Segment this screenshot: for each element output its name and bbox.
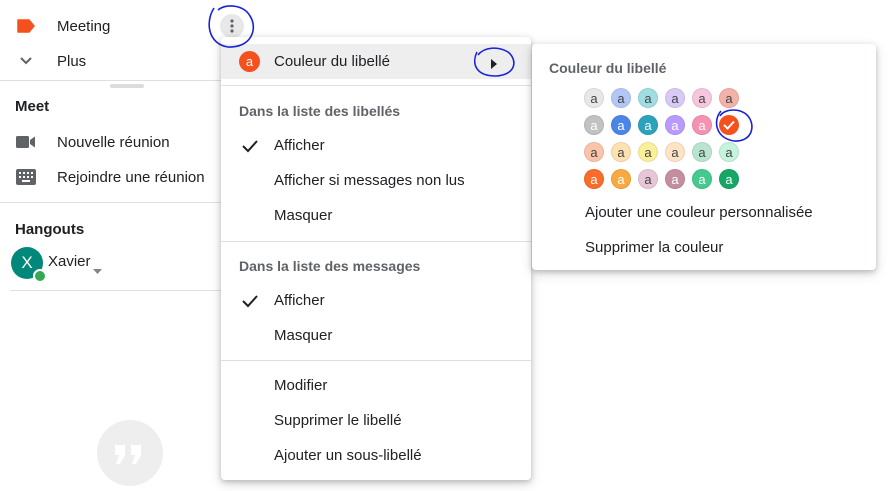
option-label: Ajouter un sous-libellé xyxy=(274,447,422,464)
option-label: Supprimer le libellé xyxy=(274,412,402,429)
add-sublabel-option[interactable]: Ajouter un sous-libellé xyxy=(221,438,531,473)
menu-separator xyxy=(221,360,531,361)
divider xyxy=(0,202,222,203)
message-list-header: Dans la liste des messages xyxy=(239,258,421,274)
online-status-dot xyxy=(33,269,47,283)
color-swatch[interactable]: a xyxy=(611,169,631,189)
color-submenu-title: Couleur du libellé xyxy=(549,60,667,76)
option-label: Afficher xyxy=(274,292,325,309)
color-swatch[interactable]: a xyxy=(611,115,631,135)
color-swatch[interactable]: a xyxy=(638,142,658,162)
color-swatch[interactable]: a xyxy=(638,88,658,108)
new-meeting-button[interactable]: Nouvelle réunion xyxy=(0,125,248,159)
color-swatch[interactable]: a xyxy=(665,142,685,162)
label-list-hide-option[interactable]: Masquer xyxy=(221,198,531,233)
resize-handle[interactable] xyxy=(110,84,144,88)
color-swatch[interactable]: a xyxy=(638,169,658,189)
add-custom-color-option[interactable]: Ajouter une couleur personnalisée xyxy=(585,204,813,221)
color-swatch[interactable]: a xyxy=(665,169,685,189)
join-meeting-label: Rejoindre une réunion xyxy=(57,168,205,186)
label-color-menu-item[interactable]: a Couleur du libellé xyxy=(221,44,531,79)
sidebar-item-plus[interactable]: Plus xyxy=(0,44,248,78)
menu-separator xyxy=(221,241,531,242)
color-swatch[interactable]: a xyxy=(584,169,604,189)
color-swatch[interactable]: a xyxy=(719,169,739,189)
color-swatch[interactable]: a xyxy=(638,115,658,135)
color-swatch[interactable]: a xyxy=(692,115,712,135)
label-list-header: Dans la liste des libellés xyxy=(239,103,401,119)
color-submenu: Couleur du libellé aaaaaaaaaaaaaaaaaaaaa… xyxy=(532,44,876,270)
color-badge: a xyxy=(239,51,260,72)
check-icon xyxy=(242,139,258,152)
color-swatch-selected[interactable] xyxy=(719,115,739,135)
color-swatch[interactable]: a xyxy=(719,88,739,108)
menu-separator xyxy=(221,85,531,86)
color-swatch[interactable]: a xyxy=(719,142,739,162)
color-swatch[interactable]: a xyxy=(584,88,604,108)
caret-down-icon[interactable] xyxy=(93,261,102,279)
chevron-down-icon xyxy=(16,51,36,71)
option-label: Masquer xyxy=(274,327,333,344)
color-swatch[interactable]: a xyxy=(611,88,631,108)
color-swatch[interactable]: a xyxy=(584,142,604,162)
edit-label-option[interactable]: Modifier xyxy=(221,368,531,403)
color-swatch[interactable]: a xyxy=(692,142,712,162)
color-swatch[interactable]: a xyxy=(692,88,712,108)
divider xyxy=(0,80,222,81)
sidebar-item-label: Plus xyxy=(57,52,87,70)
label-list-show-unread-option[interactable]: Afficher si messages non lus xyxy=(221,163,531,198)
more-options-icon[interactable] xyxy=(220,14,244,38)
label-list-show-option[interactable]: Afficher xyxy=(221,128,531,163)
label-icon xyxy=(16,16,36,36)
color-swatch[interactable]: a xyxy=(611,142,631,162)
check-icon xyxy=(242,294,258,307)
message-list-hide-option[interactable]: Masquer xyxy=(221,318,531,353)
label-color-text: Couleur du libellé xyxy=(274,53,390,70)
hangouts-section-title: Hangouts xyxy=(15,221,85,238)
check-icon xyxy=(723,120,735,130)
meet-section-title: Meet xyxy=(15,98,50,115)
option-label: Afficher xyxy=(274,137,325,154)
color-swatch[interactable]: a xyxy=(665,115,685,135)
new-meeting-label: Nouvelle réunion xyxy=(57,133,170,151)
remove-color-option[interactable]: Supprimer la couleur xyxy=(585,239,723,256)
color-swatch[interactable]: a xyxy=(665,88,685,108)
avatar-initial: X xyxy=(21,253,33,272)
submenu-arrow-icon xyxy=(491,56,497,74)
join-meeting-button[interactable]: Rejoindre une réunion xyxy=(0,160,248,194)
color-swatch[interactable]: a xyxy=(584,115,604,135)
divider xyxy=(10,290,222,291)
color-swatch[interactable]: a xyxy=(692,169,712,189)
sidebar-item-label: Meeting xyxy=(57,17,111,35)
delete-label-option[interactable]: Supprimer le libellé xyxy=(221,403,531,438)
label-context-menu: a Couleur du libellé Dans la liste des l… xyxy=(221,37,531,480)
sidebar-item-meeting[interactable]: Meeting xyxy=(0,9,248,43)
option-label: Modifier xyxy=(274,377,328,394)
video-camera-icon xyxy=(16,132,36,152)
option-label: Masquer xyxy=(274,207,333,224)
hangouts-user-name[interactable]: Xavier xyxy=(48,253,91,270)
message-list-show-option[interactable]: Afficher xyxy=(221,283,531,318)
hangouts-logo-icon xyxy=(97,420,163,486)
keyboard-icon xyxy=(16,167,36,187)
option-label: Afficher si messages non lus xyxy=(274,172,465,189)
